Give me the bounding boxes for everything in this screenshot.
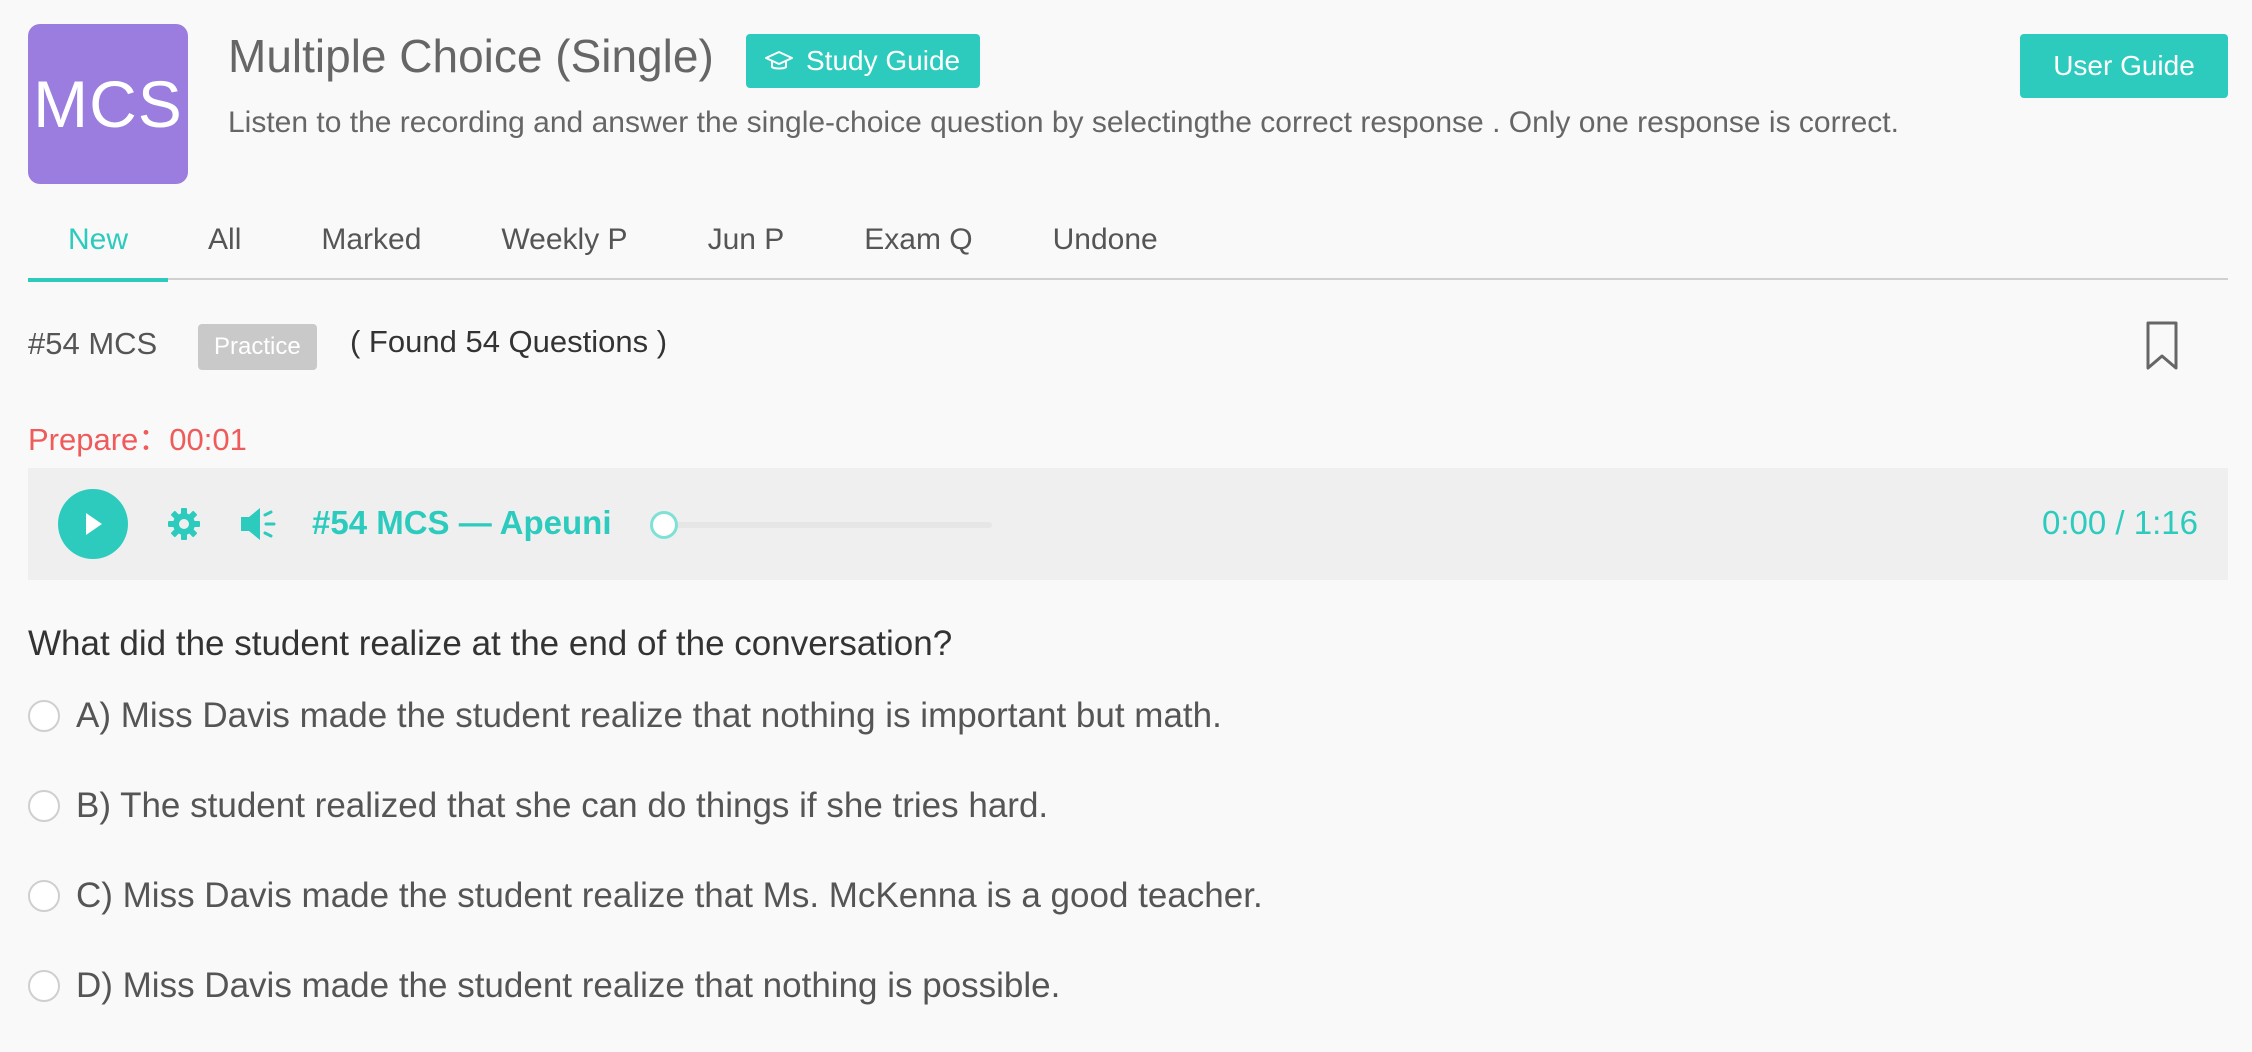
play-icon: [86, 513, 102, 535]
option-label: A) Miss Davis made the student realize t…: [76, 696, 1222, 735]
study-guide-label: Study Guide: [806, 45, 961, 76]
radio-button[interactable]: [28, 700, 60, 732]
audio-player: #54 MCS — Apeuni 0:00 / 1:16: [28, 468, 2228, 580]
gear-icon: [168, 508, 200, 540]
play-button[interactable]: [58, 489, 128, 559]
settings-button[interactable]: [166, 506, 202, 547]
option-label: B) The student realized that she can do …: [76, 786, 1049, 825]
question-text: What did the student realize at the end …: [28, 624, 953, 663]
option-b[interactable]: B) The student realized that she can do …: [28, 786, 1048, 826]
radio-button[interactable]: [28, 790, 60, 822]
bookmark-button[interactable]: [2144, 320, 2180, 377]
tab-all[interactable]: All: [168, 200, 281, 280]
option-c[interactable]: C) Miss Davis made the student realize t…: [28, 876, 1263, 916]
progress-track[interactable]: [652, 522, 992, 528]
tab-exam-q[interactable]: Exam Q: [824, 200, 1012, 280]
tab-new[interactable]: New: [28, 200, 169, 282]
user-guide-button[interactable]: User Guide: [2020, 34, 2228, 98]
study-guide-button[interactable]: Study Guide: [746, 34, 981, 88]
instructions-text: Listen to the recording and answer the s…: [228, 106, 1899, 139]
radio-button[interactable]: [28, 970, 60, 1002]
progress-knob[interactable]: [650, 511, 678, 539]
tab-marked[interactable]: Marked: [281, 200, 461, 280]
tab-weekly-p[interactable]: Weekly P: [461, 200, 667, 280]
filter-tabs: New All Marked Weekly P Jun P Exam Q Und…: [28, 200, 2228, 282]
tab-jun-p[interactable]: Jun P: [668, 200, 825, 280]
page-title: Multiple Choice (Single): [228, 30, 714, 82]
bookmark-icon: [2146, 321, 2178, 370]
track-title: #54 MCS — Apeuni: [312, 504, 612, 541]
radio-button[interactable]: [28, 880, 60, 912]
playback-time: 0:00 / 1:16: [2042, 504, 2198, 541]
found-count: ( Found 54 Questions ): [350, 324, 668, 359]
option-d[interactable]: D) Miss Davis made the student realize t…: [28, 966, 1060, 1006]
option-a[interactable]: A) Miss Davis made the student realize t…: [28, 696, 1222, 736]
practice-badge: Practice: [198, 324, 317, 370]
question-id: #54 MCS: [28, 326, 158, 361]
prepare-timer: Prepare：00:01: [28, 422, 247, 457]
mcs-logo: MCS: [28, 24, 188, 184]
option-label: C) Miss Davis made the student realize t…: [76, 876, 1263, 915]
volume-button[interactable]: [238, 504, 280, 549]
option-label: D) Miss Davis made the student realize t…: [76, 966, 1061, 1005]
graduation-cap-icon: [765, 51, 793, 70]
speaker-icon: [241, 508, 276, 540]
tab-undone[interactable]: Undone: [1013, 200, 1198, 280]
